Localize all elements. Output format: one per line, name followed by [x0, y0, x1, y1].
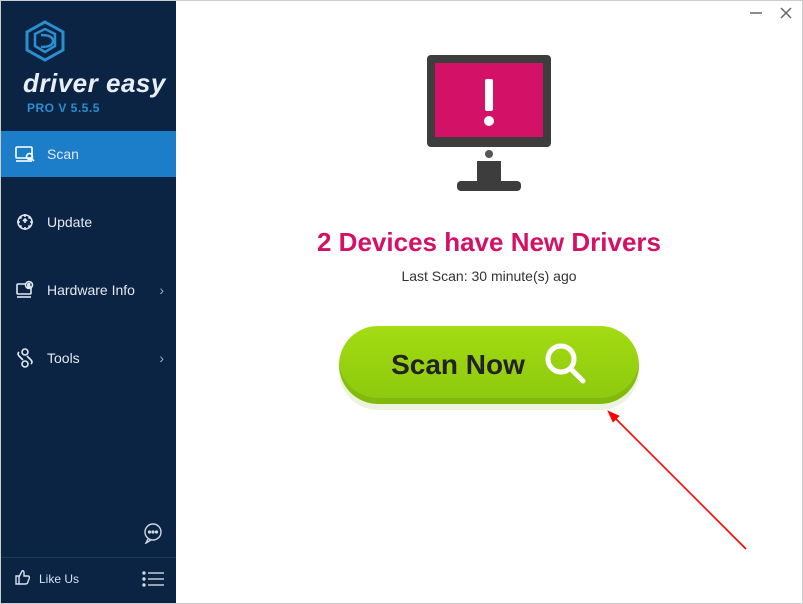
- tools-icon: [15, 348, 35, 368]
- brand-logo-icon: [23, 19, 67, 68]
- like-us-label: Like Us: [39, 572, 79, 586]
- update-icon: [15, 212, 35, 232]
- svg-text:1: 1: [27, 284, 30, 290]
- sidebar-item-hardware-info[interactable]: 1 Hardware Info ›: [1, 267, 176, 313]
- magnifier-icon: [543, 341, 587, 390]
- monitor-alert-icon: [409, 47, 569, 207]
- chevron-right-icon: ›: [159, 350, 164, 366]
- brand-block: driver easy PRO V 5.5.5: [1, 1, 176, 125]
- sidebar-item-label: Scan: [47, 146, 79, 162]
- chevron-right-icon: ›: [159, 282, 164, 298]
- brand-name: driver easy: [23, 68, 166, 99]
- window-controls: [748, 5, 794, 21]
- hardware-info-icon: 1: [15, 280, 35, 300]
- app-window: driver easy PRO V 5.5.5 Scan: [0, 0, 803, 604]
- sidebar-item-label: Tools: [47, 350, 80, 366]
- main-panel: 2 Devices have New Drivers Last Scan: 30…: [176, 1, 802, 603]
- menu-icon[interactable]: [142, 571, 164, 587]
- thumbs-up-icon: [13, 568, 31, 589]
- sidebar-nav: Scan Update: [1, 131, 176, 403]
- scan-now-button[interactable]: Scan Now: [339, 326, 639, 404]
- sidebar-item-label: Update: [47, 214, 92, 230]
- sidebar-bottom: Like Us: [1, 557, 176, 603]
- sidebar-item-scan[interactable]: Scan: [1, 131, 176, 177]
- status-headline: 2 Devices have New Drivers: [317, 227, 661, 258]
- sidebar-item-update[interactable]: Update: [1, 199, 176, 245]
- sidebar-item-tools[interactable]: Tools ›: [1, 335, 176, 381]
- sidebar: driver easy PRO V 5.5.5 Scan: [1, 1, 176, 603]
- chat-button[interactable]: [142, 522, 164, 549]
- last-scan-text: Last Scan: 30 minute(s) ago: [401, 268, 576, 284]
- brand-version: PRO V 5.5.5: [27, 101, 166, 115]
- annotation-arrow: [606, 409, 776, 569]
- scan-icon: [15, 144, 35, 164]
- sidebar-item-label: Hardware Info: [47, 282, 135, 298]
- like-us-button[interactable]: Like Us: [13, 568, 79, 589]
- close-button[interactable]: [778, 5, 794, 21]
- minimize-button[interactable]: [748, 5, 764, 21]
- scan-now-label: Scan Now: [391, 349, 525, 381]
